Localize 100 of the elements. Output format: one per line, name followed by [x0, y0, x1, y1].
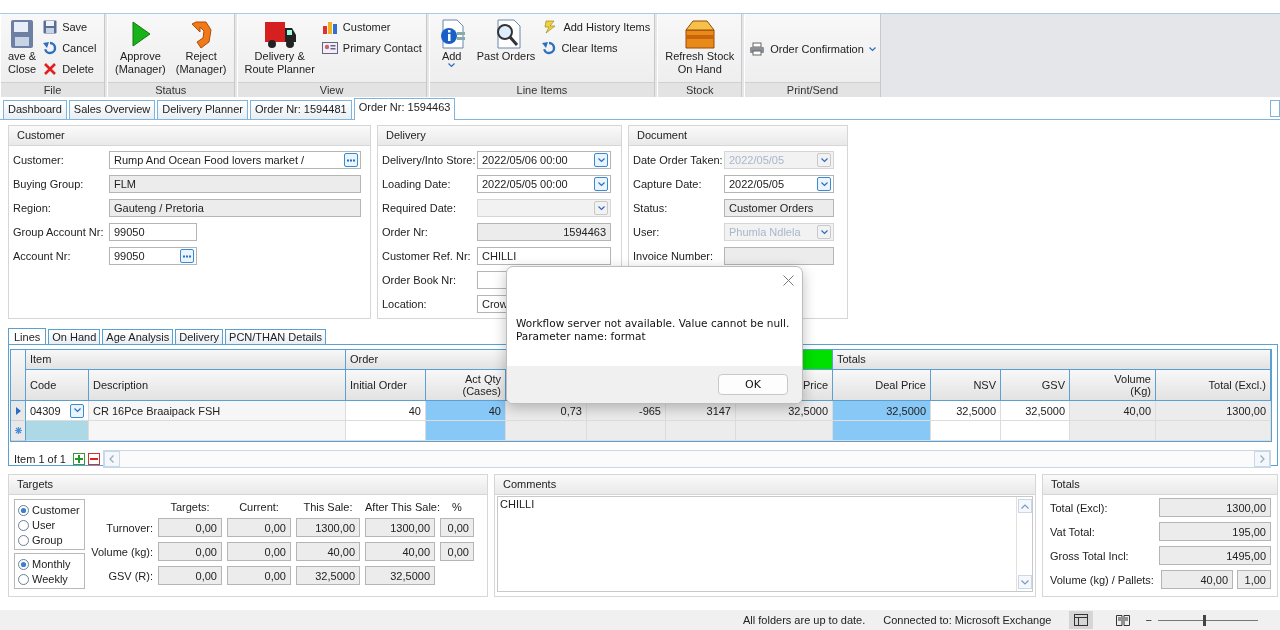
value-field: 40,00	[1161, 570, 1233, 589]
ribbon-button[interactable]: ave & Close	[5, 16, 40, 77]
remove-button[interactable]	[88, 453, 100, 465]
group-label: File	[1, 82, 104, 97]
field-label: Date Order Taken:	[633, 154, 724, 166]
radio-label[interactable]: Group	[32, 534, 63, 546]
input-field[interactable]: 2022/05/05	[724, 175, 834, 193]
column-header[interactable]: GSV	[1001, 370, 1070, 401]
value-field: 0,00	[158, 542, 222, 561]
input-field[interactable]: Gauteng / Pretoria	[109, 199, 361, 217]
input-field[interactable]: Customer Orders	[724, 199, 834, 217]
value-field: 1300,00	[365, 518, 435, 537]
radio-label[interactable]: Customer	[32, 504, 80, 516]
slider-thumb[interactable]	[1202, 614, 1206, 626]
reading-view-icon	[1116, 614, 1131, 626]
field-label: Group Account Nr:	[13, 226, 105, 238]
dropdown-button[interactable]	[594, 153, 608, 167]
column-header[interactable]: Description	[89, 370, 346, 401]
tab[interactable]: Lines	[8, 328, 47, 344]
ellipsis-button[interactable]	[344, 153, 358, 167]
panel-title: Delivery	[378, 126, 621, 146]
table-cell: 40,00	[1070, 401, 1156, 421]
ribbon-button[interactable]: Refresh Stock On Hand	[662, 16, 738, 77]
ribbon-button[interactable]: Primary Contact	[321, 41, 422, 55]
input-field[interactable]: 2022/05/05 00:00	[477, 175, 611, 193]
column-header[interactable]: Volume (Kg)	[1070, 370, 1156, 401]
document-tab[interactable]: Delivery Planner	[157, 100, 248, 119]
dropdown-button[interactable]	[817, 177, 831, 191]
ellipsis-button[interactable]	[180, 249, 194, 263]
field-label: Customer:	[13, 154, 65, 166]
dropdown-button[interactable]	[594, 177, 608, 191]
ribbon-button[interactable]: Delivery & Route Planner	[241, 16, 318, 77]
tab[interactable]: Delivery	[175, 329, 224, 344]
ok-button[interactable]: OK	[718, 374, 788, 395]
row-label: GSV (R):	[107, 569, 153, 582]
radio-button[interactable]	[18, 504, 29, 516]
field-label: Required Date:	[382, 202, 457, 214]
document-tab[interactable]: Order Nr: 1594481	[249, 100, 352, 119]
tab[interactable]: On Hand	[48, 329, 101, 344]
view-button[interactable]	[1069, 611, 1094, 629]
input-field[interactable]: CHILLI	[477, 247, 611, 265]
document-tab[interactable]: Dashboard	[3, 100, 67, 119]
table-cell	[1001, 421, 1070, 441]
column-header[interactable]: Total (Excl.)	[1156, 370, 1271, 401]
row-label: Volume (kg) / Pallets:	[1050, 573, 1155, 586]
zoom-out-button[interactable]: −	[1145, 614, 1152, 626]
field-label: Order Book Nr:	[382, 274, 457, 286]
column-header[interactable]: Initial Order	[346, 370, 426, 401]
field-label: Loading Date:	[382, 178, 452, 190]
radio-button[interactable]	[18, 534, 29, 546]
comment-box[interactable]: CHILLI	[497, 496, 1033, 592]
radio-button[interactable]	[18, 573, 29, 585]
ribbon-button[interactable]: Approve (Manager)	[112, 16, 169, 77]
field-label: Capture Date:	[633, 178, 703, 190]
dropdown-button[interactable]	[70, 403, 84, 418]
input-field[interactable]: 2022/05/06 00:00	[477, 151, 611, 169]
radio-label[interactable]: User	[32, 519, 56, 531]
printer-icon	[749, 42, 766, 56]
ribbon-button[interactable]: Save	[43, 20, 97, 34]
panel-title: Document	[629, 126, 847, 146]
radio-button[interactable]	[18, 519, 29, 531]
input-field[interactable]	[724, 247, 834, 265]
ribbon-button[interactable]: Clear Items	[542, 41, 651, 55]
column-label: This Sale:	[302, 501, 354, 513]
ribbon-button[interactable]: Reject (Manager)	[172, 16, 230, 77]
tab[interactable]: Age Analysis	[102, 329, 174, 344]
ribbon-button[interactable]: Customer	[321, 20, 422, 34]
value-field: 32,5000	[365, 566, 435, 585]
ribbon-button[interactable]: Add	[433, 16, 470, 70]
add-button[interactable]	[73, 453, 85, 465]
minus-icon	[90, 455, 98, 463]
column-header[interactable]: Act Qty (Cases)	[426, 370, 506, 401]
field-label: Order Nr:	[382, 226, 429, 238]
radio-button[interactable]	[18, 558, 29, 570]
ribbon-button[interactable]: Add History Items	[542, 20, 651, 34]
value-field: 0,00	[227, 542, 291, 561]
input-field[interactable]: FLM	[109, 175, 361, 193]
input-field[interactable]: Rump And Ocean Food lovers market /	[109, 151, 361, 169]
document-tab[interactable]: Order Nr: 1594463	[353, 98, 456, 120]
close-icon[interactable]	[783, 275, 794, 286]
row-label: Volume (kg):	[91, 545, 153, 558]
ribbon-button[interactable]: Order Confirmation	[749, 42, 876, 56]
ribbon-button[interactable]: Past Orders	[473, 16, 539, 65]
input-field[interactable]: 99050	[109, 223, 197, 241]
ribbon-button[interactable]: Cancel	[43, 41, 97, 55]
document-tab[interactable]: Sales Overview	[68, 100, 156, 119]
tab[interactable]: PCN/THAN Details	[225, 329, 326, 344]
group-label: Line Items	[429, 82, 655, 97]
field-label: Account Nr:	[13, 250, 72, 262]
input-field[interactable]: 1594463	[477, 223, 611, 241]
field-label: Delivery/Into Store:	[382, 154, 477, 166]
column-header[interactable]: Deal Price	[833, 370, 931, 401]
group-label: Stock	[658, 82, 742, 97]
pager-text: Item 1 of 1	[14, 453, 66, 465]
ribbon-button[interactable]: Delete	[43, 62, 97, 76]
input-field[interactable]: 99050	[109, 247, 197, 265]
column-header[interactable]: Code	[26, 370, 89, 401]
radio-label[interactable]: Weekly	[32, 573, 68, 585]
column-header[interactable]: NSV	[931, 370, 1001, 401]
radio-label[interactable]: Monthly	[32, 558, 71, 570]
